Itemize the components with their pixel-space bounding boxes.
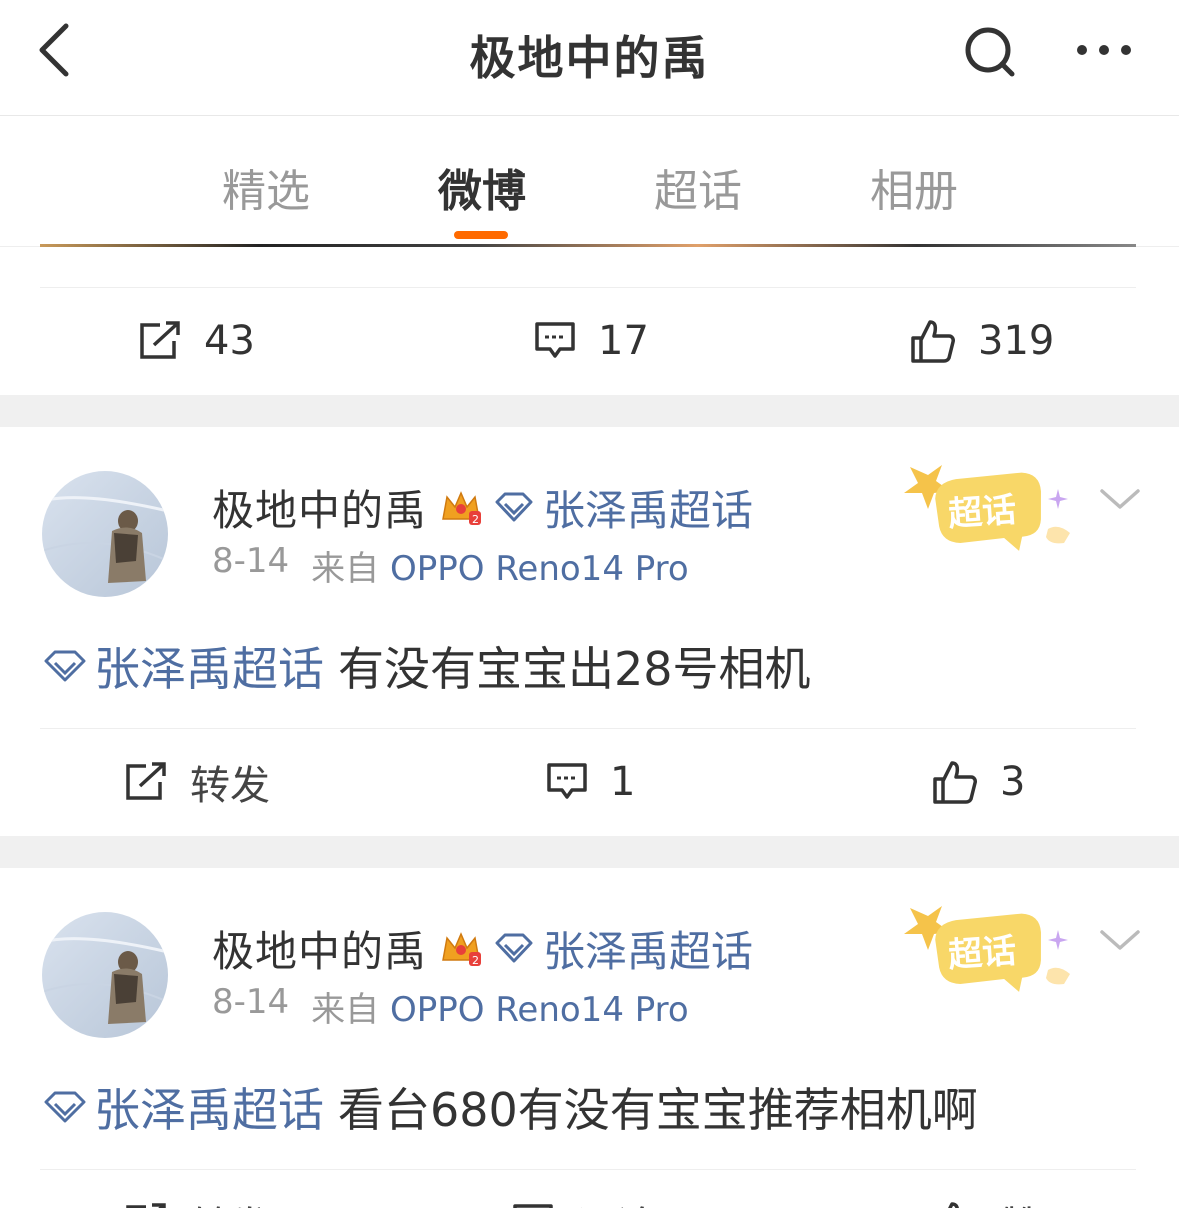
supertopic-name: 张泽禹超话: [543, 485, 754, 535]
like-button[interactable]: 赞: [932, 1195, 1040, 1208]
repost-icon: [140, 321, 180, 359]
supertopic-badge: 超话: [898, 453, 1082, 551]
weibo-post-card[interactable]: 极地中的禹 2 张泽禹超话 8-14 来自 OPPO Reno14 Pro 超话…: [0, 427, 1179, 835]
tab-weibo[interactable]: 微博: [412, 155, 552, 219]
tab-featured[interactable]: 精选: [196, 155, 336, 219]
inline-topic-name: 张泽禹超话: [94, 642, 324, 696]
feed-separator: [0, 836, 1179, 868]
post-action-bar: 43 17 319: [0, 287, 1179, 393]
post-text: 看台680有没有宝宝推荐相机啊: [338, 1083, 978, 1137]
diamond-icon: [495, 492, 533, 522]
comment-icon: [535, 322, 575, 358]
post-meta: 8-14 来自 OPPO Reno14 Pro: [212, 541, 689, 590]
post-text: 有没有宝宝出28号相机: [338, 642, 811, 696]
comment-button[interactable]: 评论: [512, 1195, 656, 1208]
avatar[interactable]: [42, 912, 168, 1038]
supertopic-link[interactable]: 张泽禹超话: [495, 477, 753, 538]
post-date: 8-14: [212, 982, 290, 1022]
divider: [40, 1169, 1136, 1170]
post-source[interactable]: OPPO Reno14 Pro: [390, 549, 689, 589]
more-button[interactable]: [1072, 28, 1136, 72]
repost-button[interactable]: 转发: [124, 1195, 270, 1208]
author-row: 极地中的禹 2 张泽禹超话: [212, 479, 753, 535]
comment-icon: [547, 763, 587, 799]
like-button[interactable]: 319: [910, 313, 1054, 369]
post-menu-button[interactable]: [1098, 481, 1142, 517]
repost-button[interactable]: 转发: [124, 754, 270, 810]
post-body: 张泽禹超话 有没有宝宝出28号相机: [44, 633, 811, 699]
source-prefix: 来自: [311, 549, 380, 589]
like-icon: [933, 761, 977, 804]
previous-post-image-edge: [40, 244, 1136, 247]
post-action-bar: 转发 1 3: [0, 728, 1179, 834]
comment-icon: [513, 1204, 553, 1208]
svg-text:2: 2: [472, 954, 479, 967]
avatar[interactable]: [42, 471, 168, 597]
badge-label: 超话: [947, 490, 1018, 535]
more-dots-icon: [1077, 45, 1131, 55]
like-count: 3: [1000, 759, 1026, 805]
like-icon: [948, 1202, 959, 1208]
comment-count: 17: [598, 318, 649, 364]
search-icon: [965, 27, 1015, 77]
badge-label: 超话: [947, 931, 1018, 976]
weibo-post-card[interactable]: 极地中的禹 2 张泽禹超话 8-14 来自 OPPO Reno14 Pro 超话…: [0, 868, 1179, 1208]
like-icon: [911, 320, 955, 363]
profile-tabs: 精选 微博 超话 相册: [0, 117, 1179, 247]
comment-button[interactable]: 1: [546, 754, 635, 810]
divider: [40, 728, 1136, 729]
top-nav-bar: 极地中的禹: [0, 0, 1179, 116]
svg-text:2: 2: [472, 513, 479, 526]
post-meta: 8-14 来自 OPPO Reno14 Pro: [212, 982, 689, 1031]
crown-badge-icon: 2: [442, 932, 482, 967]
supertopic-badge: 超话: [898, 894, 1082, 992]
repost-label: 转发: [190, 1194, 270, 1208]
repost-icon: [126, 1203, 166, 1208]
search-button[interactable]: [960, 22, 1020, 82]
post-menu-button[interactable]: [1098, 922, 1142, 958]
diamond-icon: [495, 933, 533, 963]
repost-icon: [126, 762, 166, 800]
comment-button[interactable]: 17: [534, 313, 649, 369]
chevron-down-icon: [1100, 930, 1140, 950]
post-body: 张泽禹超话 看台680有没有宝宝推荐相机啊: [44, 1074, 978, 1140]
tab-album[interactable]: 相册: [844, 155, 984, 219]
like-button[interactable]: 3: [932, 754, 1025, 810]
post-date: 8-14: [212, 541, 290, 581]
repost-count: 43: [204, 318, 255, 364]
repost-button[interactable]: 43: [138, 313, 255, 369]
author-name[interactable]: 极地中的禹: [212, 477, 427, 538]
supertopic-link[interactable]: 张泽禹超话: [495, 918, 753, 979]
inline-topic-link[interactable]: 张泽禹超话: [44, 633, 324, 699]
supertopic-name: 张泽禹超话: [543, 926, 754, 976]
inline-topic-name: 张泽禹超话: [94, 1083, 324, 1137]
divider: [40, 287, 1136, 288]
chevron-down-icon: [1100, 489, 1140, 509]
tab-supertopic[interactable]: 超话: [628, 155, 768, 219]
diamond-icon: [44, 1091, 86, 1123]
diamond-icon: [44, 650, 86, 682]
author-row: 极地中的禹 2 张泽禹超话: [212, 920, 753, 976]
comment-count: 1: [610, 759, 636, 805]
crown-badge-icon: 2: [442, 491, 482, 526]
active-tab-indicator: [454, 231, 508, 239]
inline-topic-link[interactable]: 张泽禹超话: [44, 1074, 324, 1140]
like-label: 赞: [1000, 1194, 1040, 1208]
feed-separator: [0, 395, 1179, 427]
post-action-bar: 转发 评论 赞: [0, 1169, 1179, 1208]
author-name[interactable]: 极地中的禹: [212, 918, 427, 979]
comment-label: 评论: [576, 1194, 656, 1208]
post-source[interactable]: OPPO Reno14 Pro: [390, 990, 689, 1030]
repost-label: 转发: [190, 763, 270, 809]
like-count: 319: [978, 318, 1055, 364]
source-prefix: 来自: [311, 990, 380, 1030]
